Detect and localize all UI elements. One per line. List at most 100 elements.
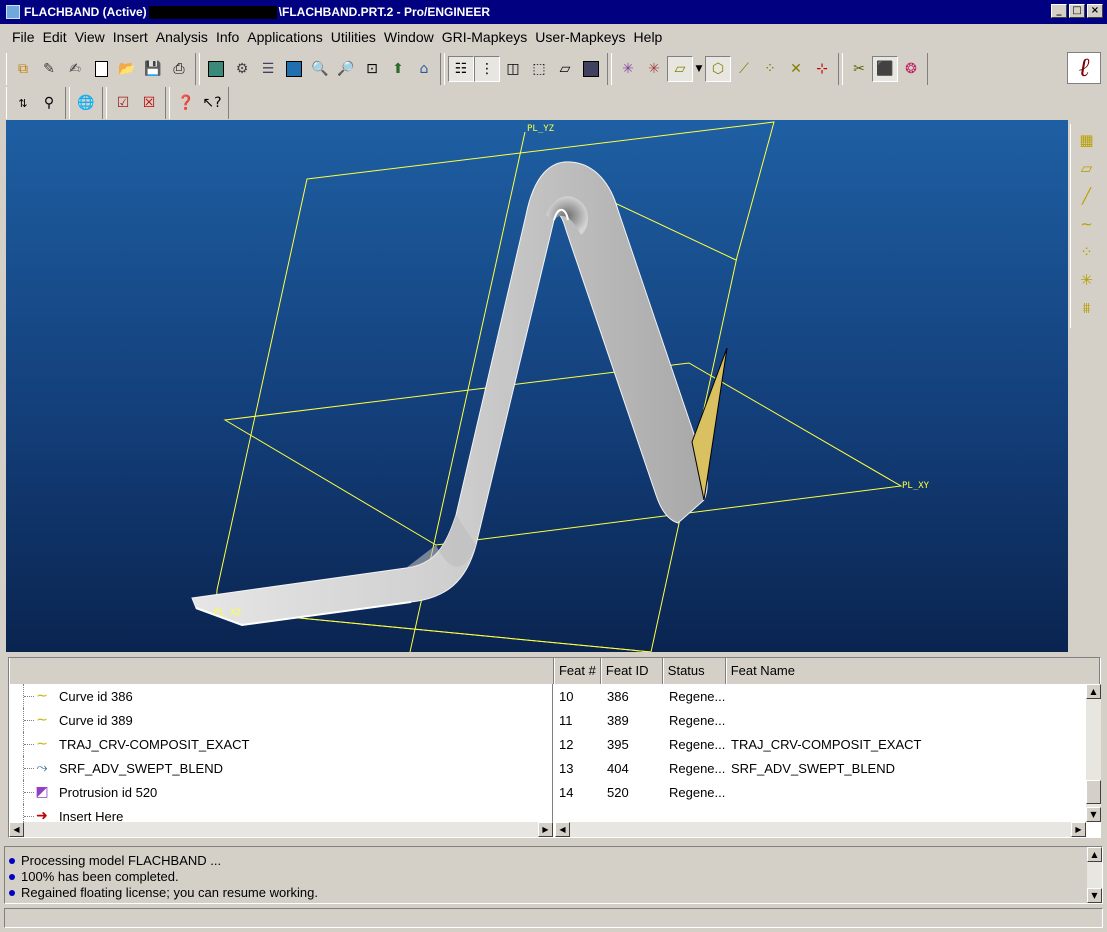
select-window-icon[interactable]: ⧉ — [10, 56, 36, 82]
analysis-feature-tool-icon[interactable]: ⩩ — [1075, 296, 1099, 320]
edit-icon[interactable]: ✍ — [62, 56, 88, 82]
close-button[interactable]: × — [1087, 4, 1103, 18]
feat-num-column-header[interactable]: Feat # — [553, 658, 601, 684]
tree-row[interactable]: ◩ Protrusion id 520 — [9, 780, 552, 804]
saved-views-icon[interactable]: ⌂ — [411, 56, 437, 82]
tree-columns-row[interactable] — [555, 804, 1086, 822]
datum-axes-icon[interactable]: ⟋ — [731, 56, 757, 82]
tree-columns-row[interactable]: 11 389 Regene... — [555, 708, 1086, 732]
datum-dropdown-icon[interactable]: ▼ — [693, 56, 705, 82]
family-table-icon[interactable]: ⚲ — [36, 90, 62, 116]
no-hidden-icon[interactable]: ▱ — [552, 56, 578, 82]
zoom-out-icon[interactable]: 🔎 — [333, 56, 359, 82]
menu-user-mapkeys[interactable]: User-Mapkeys — [531, 29, 629, 45]
print-icon[interactable]: ⎙ — [166, 56, 192, 82]
tree-row[interactable]: ∼ Curve id 386 — [9, 684, 552, 708]
model-tree-vscroll[interactable]: ▲ ▼ — [1086, 684, 1101, 822]
datum-toggle-icon[interactable]: ✂ — [846, 56, 872, 82]
menu-analysis[interactable]: Analysis — [152, 29, 212, 45]
appearance-icon[interactable]: ❂ — [898, 56, 924, 82]
scroll-thumb[interactable] — [1086, 780, 1101, 804]
menu-view[interactable]: View — [71, 29, 109, 45]
app-window-icon[interactable] — [6, 5, 20, 19]
datum-planes-display-icon[interactable]: ✳ — [615, 56, 641, 82]
tree-row[interactable]: ➜ Insert Here — [9, 804, 552, 822]
datum-curve-tool-icon[interactable]: ∼ — [1075, 212, 1099, 236]
open-icon[interactable]: 📂 — [114, 56, 140, 82]
new-icon[interactable] — [88, 56, 114, 82]
close-window-icon[interactable]: ☒ — [136, 90, 162, 116]
curve-icon: ∼ — [36, 688, 48, 704]
menu-help[interactable]: Help — [630, 29, 667, 45]
save-icon[interactable]: 💾 — [140, 56, 166, 82]
layers-icon[interactable]: ☰ — [255, 56, 281, 82]
status-column-header[interactable]: Status — [662, 658, 726, 684]
columns-scroll-right-button[interactable]: ▶ — [1071, 822, 1086, 837]
tree-row[interactable]: ⤳ SRF_ADV_SWEPT_BLEND — [9, 756, 552, 780]
datum-axis-tool-icon[interactable]: ╱ — [1075, 184, 1099, 208]
tree-columns-row[interactable]: 10 386 Regene... — [555, 684, 1086, 708]
columns-hscroll[interactable]: ◀ ▶ — [555, 822, 1086, 837]
datum-point-tool-icon[interactable]: ⁘ — [1075, 240, 1099, 264]
coord-sys-icon[interactable]: ✕ — [783, 56, 809, 82]
refit-icon[interactable]: ⊡ — [359, 56, 385, 82]
tree-row[interactable]: ∼ TRAJ_CRV-COMPOSIT_EXACT — [9, 732, 552, 756]
select-filter-icon[interactable]: ⬛ — [872, 56, 898, 82]
datum-plane-xy[interactable] — [223, 362, 903, 546]
datum-plane-tag-icon[interactable]: ⬡ — [705, 56, 731, 82]
scroll-up-button[interactable]: ▲ — [1086, 684, 1101, 699]
msg-scroll-up-button[interactable]: ▲ — [1087, 847, 1102, 862]
tree-row[interactable]: ∼ Curve id 389 — [9, 708, 552, 732]
coordinate-system-tool-icon[interactable]: ✳ — [1075, 268, 1099, 292]
tree-column-header[interactable] — [9, 658, 554, 684]
tree-scroll-left-button[interactable]: ◀ — [9, 822, 24, 837]
shading-icon[interactable] — [578, 56, 604, 82]
datum-plane-tool-icon[interactable]: ▱ — [1075, 156, 1099, 180]
menu-insert[interactable]: Insert — [109, 29, 152, 45]
wireframe-icon[interactable]: ◫ — [500, 56, 526, 82]
columns-scroll-left-button[interactable]: ◀ — [555, 822, 570, 837]
context-help-icon[interactable]: ↖? — [199, 90, 225, 116]
tree-columns-row[interactable]: 14 520 Regene... — [555, 780, 1086, 804]
regenerate-icon[interactable]: ⇅ — [10, 90, 36, 116]
zoom-in-icon[interactable]: 🔍 — [307, 56, 333, 82]
msg-scroll-down-button[interactable]: ▼ — [1087, 888, 1102, 903]
sketch-tool-icon[interactable]: ▦ — [1075, 128, 1099, 152]
help-book-icon[interactable]: ❓ — [173, 90, 199, 116]
datum-axes-display-icon[interactable]: ✳ — [641, 56, 667, 82]
structure-icon[interactable]: ⋮ — [474, 56, 500, 82]
title-bar[interactable]: FLACHBAND (Active) \FLACHBAND.PRT.2 - Pr… — [0, 0, 1107, 24]
datum-planes-icon[interactable]: ▱ — [667, 56, 693, 82]
orient-icon[interactable] — [281, 56, 307, 82]
message-bullet-icon — [9, 858, 15, 864]
view-manager-icon[interactable]: ⬆ — [385, 56, 411, 82]
spin-center-display-icon[interactable]: ⊹ — [809, 56, 835, 82]
repaint-icon[interactable] — [203, 56, 229, 82]
menu-edit[interactable]: Edit — [39, 29, 71, 45]
menu-utilities[interactable]: Utilities — [327, 29, 380, 45]
proe-logo-button[interactable]: ℓ — [1067, 52, 1101, 84]
menu-window[interactable]: Window — [380, 29, 438, 45]
browser-globe-icon[interactable]: 🌐 — [73, 90, 99, 116]
tree-columns-row[interactable]: 12 395 Regene... TRAJ_CRV-COMPOSIT_EXACT — [555, 732, 1086, 756]
maximize-button[interactable]: □ — [1069, 4, 1085, 18]
spin-center-icon[interactable]: ⚙ — [229, 56, 255, 82]
scroll-down-button[interactable]: ▼ — [1086, 807, 1101, 822]
tree-scroll-right-button[interactable]: ▶ — [538, 822, 553, 837]
menu-applications[interactable]: Applications — [243, 29, 327, 45]
message-vscroll[interactable]: ▲ ▼ — [1087, 847, 1102, 903]
tree-hscroll[interactable]: ◀ ▶ — [9, 822, 553, 837]
menu-file[interactable]: File — [8, 29, 39, 45]
graphics-viewport[interactable]: PL_YZ PL_XY PL_XZ — [6, 120, 1068, 652]
model-tree-toggle-icon[interactable]: ☷ — [448, 56, 474, 82]
feat-name-column-header[interactable]: Feat Name — [725, 658, 1100, 684]
menu-gri-mapkeys[interactable]: GRI-Mapkeys — [438, 29, 532, 45]
activate-window-icon[interactable]: ☑ — [110, 90, 136, 116]
menu-info[interactable]: Info — [212, 29, 243, 45]
datum-points-icon[interactable]: ⁘ — [757, 56, 783, 82]
minimize-button[interactable]: _ — [1051, 4, 1067, 18]
hidden-line-icon[interactable]: ⬚ — [526, 56, 552, 82]
feat-id-column-header[interactable]: Feat ID — [600, 658, 663, 684]
edit-definition-icon[interactable]: ✎ — [36, 56, 62, 82]
tree-columns-row[interactable]: 13 404 Regene... SRF_ADV_SWEPT_BLEND — [555, 756, 1086, 780]
